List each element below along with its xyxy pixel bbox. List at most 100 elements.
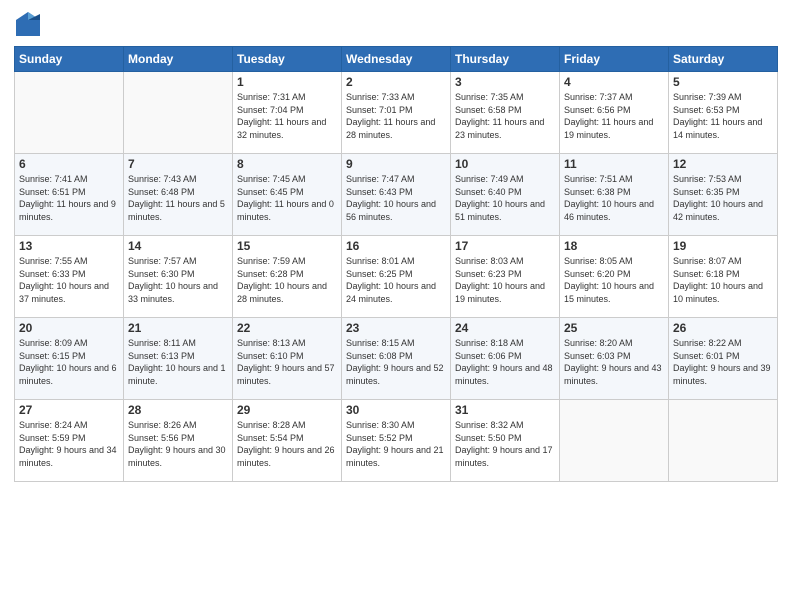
day-number: 28: [128, 403, 228, 417]
day-info: Sunrise: 7:57 AMSunset: 6:30 PMDaylight:…: [128, 255, 228, 305]
day-number: 14: [128, 239, 228, 253]
day-cell: 9 Sunrise: 7:47 AMSunset: 6:43 PMDaylight…: [342, 154, 451, 236]
day-info: Sunrise: 8:26 AMSunset: 5:56 PMDaylight:…: [128, 419, 228, 469]
day-number: 20: [19, 321, 119, 335]
logo: [14, 10, 44, 38]
day-info: Sunrise: 7:55 AMSunset: 6:33 PMDaylight:…: [19, 255, 119, 305]
day-cell: 1Sunrise: 7:31 AMSunset: 7:04 PMDaylight…: [233, 72, 342, 154]
day-number: 7: [128, 157, 228, 171]
day-number: 11: [564, 157, 664, 171]
day-number: 26: [673, 321, 773, 335]
day-cell: [15, 72, 124, 154]
day-info: Sunrise: 8:22 AMSunset: 6:01 PMDaylight:…: [673, 337, 773, 387]
day-info: Sunrise: 7:45 AMSunset: 6:45 PMDaylight:…: [237, 173, 337, 223]
day-number: 27: [19, 403, 119, 417]
day-cell: 2 Sunrise: 7:33 AMSunset: 7:01 PMDaylight…: [342, 72, 451, 154]
header: [14, 10, 778, 38]
day-cell: 27 Sunrise: 8:24 AMSunset: 5:59 PMDayligh…: [15, 400, 124, 482]
day-cell: 25 Sunrise: 8:20 AMSunset: 6:03 PMDayligh…: [560, 318, 669, 400]
day-number: 31: [455, 403, 555, 417]
day-info: Sunrise: 7:37 AMSunset: 6:56 PMDaylight:…: [564, 91, 664, 141]
weekday-header-wednesday: Wednesday: [342, 47, 451, 72]
day-info: Sunrise: 7:43 AMSunset: 6:48 PMDaylight:…: [128, 173, 228, 223]
day-info: Sunrise: 7:33 AMSunset: 7:01 PMDaylight:…: [346, 91, 446, 141]
day-cell: 19 Sunrise: 8:07 AMSunset: 6:18 PMDayligh…: [669, 236, 778, 318]
day-cell: 14 Sunrise: 7:57 AMSunset: 6:30 PMDayligh…: [124, 236, 233, 318]
day-cell: 12 Sunrise: 7:53 AMSunset: 6:35 PMDayligh…: [669, 154, 778, 236]
logo-icon: [14, 10, 42, 38]
day-number: 25: [564, 321, 664, 335]
week-row-3: 20 Sunrise: 8:09 AMSunset: 6:15 PMDayligh…: [15, 318, 778, 400]
day-number: 23: [346, 321, 446, 335]
calendar-container: SundayMondayTuesdayWednesdayThursdayFrid…: [0, 0, 792, 612]
day-info: Sunrise: 8:13 AMSunset: 6:10 PMDaylight:…: [237, 337, 337, 387]
day-cell: 15 Sunrise: 7:59 AMSunset: 6:28 PMDayligh…: [233, 236, 342, 318]
day-cell: 23Sunrise: 8:15 AMSunset: 6:08 PMDayligh…: [342, 318, 451, 400]
day-number: 1: [237, 75, 337, 89]
day-cell: 7 Sunrise: 7:43 AMSunset: 6:48 PMDaylight…: [124, 154, 233, 236]
calendar-table: SundayMondayTuesdayWednesdayThursdayFrid…: [14, 46, 778, 482]
day-number: 6: [19, 157, 119, 171]
day-cell: 30Sunrise: 8:30 AMSunset: 5:52 PMDayligh…: [342, 400, 451, 482]
day-info: Sunrise: 8:03 AMSunset: 6:23 PMDaylight:…: [455, 255, 555, 305]
weekday-header-row: SundayMondayTuesdayWednesdayThursdayFrid…: [15, 47, 778, 72]
week-row-0: 1Sunrise: 7:31 AMSunset: 7:04 PMDaylight…: [15, 72, 778, 154]
day-number: 15: [237, 239, 337, 253]
day-cell: 13 Sunrise: 7:55 AMSunset: 6:33 PMDayligh…: [15, 236, 124, 318]
day-cell: 5Sunrise: 7:39 AMSunset: 6:53 PMDaylight…: [669, 72, 778, 154]
day-cell: 31Sunrise: 8:32 AMSunset: 5:50 PMDayligh…: [451, 400, 560, 482]
day-cell: [560, 400, 669, 482]
day-number: 19: [673, 239, 773, 253]
day-cell: 11Sunrise: 7:51 AMSunset: 6:38 PMDayligh…: [560, 154, 669, 236]
day-info: Sunrise: 8:05 AMSunset: 6:20 PMDaylight:…: [564, 255, 664, 305]
week-row-2: 13 Sunrise: 7:55 AMSunset: 6:33 PMDayligh…: [15, 236, 778, 318]
day-info: Sunrise: 7:35 AMSunset: 6:58 PMDaylight:…: [455, 91, 555, 141]
day-info: Sunrise: 7:41 AMSunset: 6:51 PMDaylight:…: [19, 173, 119, 223]
day-cell: 10 Sunrise: 7:49 AMSunset: 6:40 PMDayligh…: [451, 154, 560, 236]
day-info: Sunrise: 8:24 AMSunset: 5:59 PMDaylight:…: [19, 419, 119, 469]
weekday-header-sunday: Sunday: [15, 47, 124, 72]
day-cell: 4Sunrise: 7:37 AMSunset: 6:56 PMDaylight…: [560, 72, 669, 154]
day-number: 13: [19, 239, 119, 253]
day-cell: 16Sunrise: 8:01 AMSunset: 6:25 PMDayligh…: [342, 236, 451, 318]
day-number: 10: [455, 157, 555, 171]
day-info: Sunrise: 7:59 AMSunset: 6:28 PMDaylight:…: [237, 255, 337, 305]
weekday-header-saturday: Saturday: [669, 47, 778, 72]
weekday-header-monday: Monday: [124, 47, 233, 72]
day-cell: 17 Sunrise: 8:03 AMSunset: 6:23 PMDayligh…: [451, 236, 560, 318]
day-info: Sunrise: 8:07 AMSunset: 6:18 PMDaylight:…: [673, 255, 773, 305]
day-number: 12: [673, 157, 773, 171]
day-cell: 22 Sunrise: 8:13 AMSunset: 6:10 PMDayligh…: [233, 318, 342, 400]
day-info: Sunrise: 8:28 AMSunset: 5:54 PMDaylight:…: [237, 419, 337, 469]
weekday-header-thursday: Thursday: [451, 47, 560, 72]
day-cell: 28 Sunrise: 8:26 AMSunset: 5:56 PMDayligh…: [124, 400, 233, 482]
day-info: Sunrise: 8:18 AMSunset: 6:06 PMDaylight:…: [455, 337, 555, 387]
day-cell: 24 Sunrise: 8:18 AMSunset: 6:06 PMDayligh…: [451, 318, 560, 400]
day-info: Sunrise: 7:47 AMSunset: 6:43 PMDaylight:…: [346, 173, 446, 223]
day-number: 22: [237, 321, 337, 335]
day-cell: [669, 400, 778, 482]
day-cell: 20 Sunrise: 8:09 AMSunset: 6:15 PMDayligh…: [15, 318, 124, 400]
day-cell: 8Sunrise: 7:45 AMSunset: 6:45 PMDaylight…: [233, 154, 342, 236]
week-row-1: 6 Sunrise: 7:41 AMSunset: 6:51 PMDaylight…: [15, 154, 778, 236]
day-cell: 29Sunrise: 8:28 AMSunset: 5:54 PMDayligh…: [233, 400, 342, 482]
day-number: 24: [455, 321, 555, 335]
day-info: Sunrise: 7:53 AMSunset: 6:35 PMDaylight:…: [673, 173, 773, 223]
day-number: 9: [346, 157, 446, 171]
day-number: 3: [455, 75, 555, 89]
day-number: 17: [455, 239, 555, 253]
day-cell: 6 Sunrise: 7:41 AMSunset: 6:51 PMDaylight…: [15, 154, 124, 236]
day-info: Sunrise: 7:49 AMSunset: 6:40 PMDaylight:…: [455, 173, 555, 223]
day-cell: [124, 72, 233, 154]
weekday-header-friday: Friday: [560, 47, 669, 72]
day-info: Sunrise: 8:20 AMSunset: 6:03 PMDaylight:…: [564, 337, 664, 387]
day-number: 16: [346, 239, 446, 253]
day-info: Sunrise: 8:09 AMSunset: 6:15 PMDaylight:…: [19, 337, 119, 387]
day-cell: 26 Sunrise: 8:22 AMSunset: 6:01 PMDayligh…: [669, 318, 778, 400]
week-row-4: 27 Sunrise: 8:24 AMSunset: 5:59 PMDayligh…: [15, 400, 778, 482]
day-info: Sunrise: 8:30 AMSunset: 5:52 PMDaylight:…: [346, 419, 446, 469]
day-number: 5: [673, 75, 773, 89]
day-number: 2: [346, 75, 446, 89]
day-cell: 21Sunrise: 8:11 AMSunset: 6:13 PMDayligh…: [124, 318, 233, 400]
day-number: 21: [128, 321, 228, 335]
